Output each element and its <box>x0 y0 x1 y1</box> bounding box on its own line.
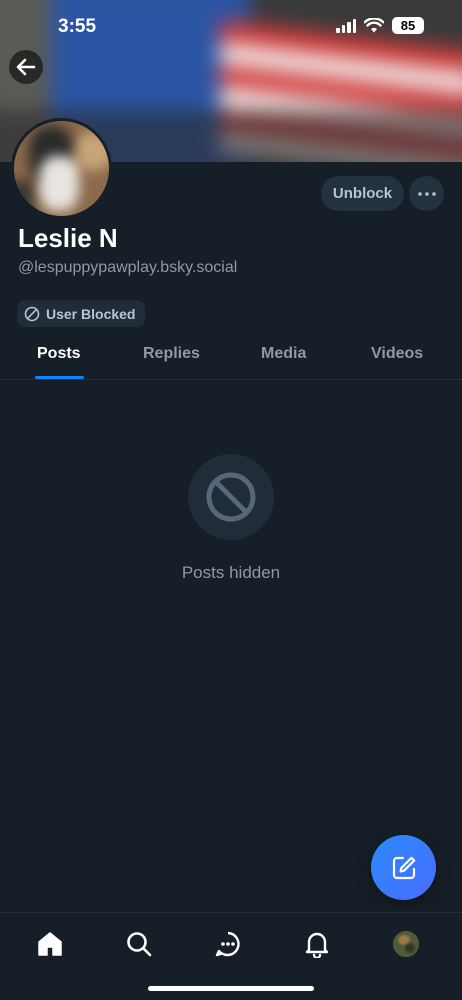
ban-icon <box>206 472 256 522</box>
blocked-badge-label: User Blocked <box>46 305 136 322</box>
compose-icon <box>392 856 415 879</box>
nav-home[interactable] <box>35 929 65 959</box>
nav-search[interactable] <box>124 929 154 959</box>
tab-media[interactable]: Media <box>261 345 306 363</box>
cellular-signal-icon <box>336 18 356 33</box>
posts-hidden-message: Posts hidden <box>181 563 281 582</box>
unblock-button[interactable]: Unblock <box>321 176 404 211</box>
avatar-image <box>14 121 109 216</box>
user-blocked-badge: User Blocked <box>17 300 146 327</box>
nav-profile[interactable] <box>391 929 421 959</box>
home-indicator[interactable] <box>148 986 314 991</box>
ban-icon <box>24 306 40 321</box>
back-button[interactable] <box>9 50 43 84</box>
arrow-left-icon <box>16 58 36 76</box>
status-bar: 3:55 85 <box>0 0 462 56</box>
compose-post-button[interactable] <box>371 835 436 900</box>
profile-tabs: Posts Replies Media Videos <box>0 334 462 380</box>
profile-avatar[interactable] <box>11 118 112 219</box>
battery-indicator: 85 <box>392 17 424 34</box>
active-tab-indicator <box>35 376 84 379</box>
status-time: 3:55 <box>58 16 97 37</box>
home-icon <box>38 932 62 956</box>
nav-notifications[interactable] <box>302 929 332 959</box>
profile-screen: 3:55 85 Unblock Leslie N @lespuppypawpla… <box>0 0 462 1000</box>
profile-avatar <box>393 931 419 957</box>
more-options-button[interactable] <box>409 176 444 211</box>
posts-hidden-icon-container <box>188 454 274 540</box>
chat-icon <box>215 931 240 957</box>
tab-replies[interactable]: Replies <box>143 345 200 363</box>
tab-posts[interactable]: Posts <box>37 345 81 363</box>
bell-icon <box>305 932 329 958</box>
wifi-icon <box>364 18 384 33</box>
search-icon <box>127 932 152 957</box>
status-icons: 85 <box>336 17 424 34</box>
profile-handle: @lespuppypawplay.bsky.social <box>18 259 238 276</box>
display-name: Leslie N <box>18 223 118 253</box>
nav-chat[interactable] <box>213 929 243 959</box>
tab-videos[interactable]: Videos <box>371 345 423 363</box>
ellipsis-icon <box>417 191 436 196</box>
